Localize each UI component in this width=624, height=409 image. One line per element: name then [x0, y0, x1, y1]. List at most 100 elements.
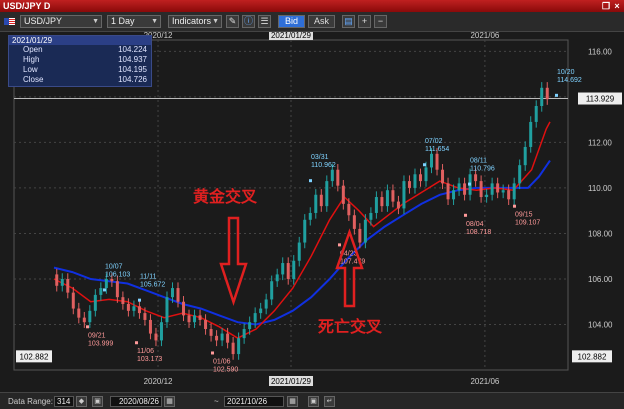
zoom-out-icon[interactable]: −	[374, 15, 387, 28]
candle-body	[286, 263, 290, 279]
period-value: 1 Day	[111, 16, 135, 26]
annotation-date: 08/04	[466, 221, 484, 228]
candle-body	[374, 197, 378, 213]
data-count-field[interactable]: 314	[54, 396, 74, 407]
candle-body	[198, 315, 202, 320]
candle-body	[413, 174, 417, 188]
settings-icon[interactable]: ☰	[258, 15, 271, 28]
candle-body	[93, 294, 97, 311]
restore-icon[interactable]: ❐	[601, 1, 611, 11]
info-icon[interactable]: ⓘ	[242, 15, 255, 28]
candle-body	[518, 165, 522, 184]
zoom-in-icon[interactable]: +	[358, 15, 371, 28]
candle-body	[165, 297, 169, 323]
candle-body	[534, 106, 538, 122]
ask-toggle[interactable]: Ask	[308, 15, 335, 28]
annotation-date: 11/11	[140, 274, 157, 281]
annotation-date: 10/07	[105, 263, 123, 270]
y-tick-label: 108.00	[588, 229, 613, 238]
candle-body	[330, 169, 334, 182]
candle-body	[143, 313, 147, 320]
ohlc-high-label: High	[23, 55, 40, 64]
close-icon[interactable]: ×	[612, 1, 622, 11]
ohlc-low-row: Low 104.195	[9, 65, 151, 75]
calendar-icon[interactable]: ▦	[164, 396, 175, 407]
candle-body	[77, 308, 81, 318]
candle-body	[529, 121, 533, 147]
candle-body	[452, 190, 456, 200]
current-price-label: 113.929	[586, 95, 615, 104]
x-tick-label-bottom: 2020/12	[144, 377, 173, 386]
ohlc-close-row: Close 104.726	[9, 75, 151, 85]
candle-body	[220, 333, 224, 341]
candle-body	[303, 219, 307, 243]
annotation-value: 105.672	[140, 282, 165, 289]
candle-body	[242, 329, 246, 339]
candle-body	[182, 301, 186, 316]
period-select[interactable]: 1 Day ▼	[107, 15, 161, 28]
candle-body	[446, 183, 450, 200]
status-bar: Data Range: 314 ◆ ▣ 2020/08/26 ▦ ~ 2021/…	[0, 392, 624, 409]
symbol-select[interactable]: USD/JPY ▼	[20, 15, 102, 28]
chart-type-icon[interactable]: ▤	[342, 15, 355, 28]
annotation-value: 108.718	[466, 229, 491, 236]
candle-body	[463, 183, 467, 195]
left-price-label: 102.882	[20, 352, 49, 361]
bid-toggle[interactable]: Bid	[278, 15, 305, 28]
candle-body	[121, 297, 125, 304]
candle-body	[512, 183, 516, 200]
candle-body	[99, 288, 103, 295]
candle-body	[71, 292, 75, 309]
candle-body	[407, 181, 411, 188]
candle-body	[314, 194, 318, 213]
chevron-down-icon: ▼	[92, 18, 99, 25]
candle-body	[231, 342, 235, 355]
annotation-marker	[468, 182, 471, 186]
annotation-marker	[338, 243, 341, 247]
annotation-date: 09/21	[88, 332, 106, 339]
candle-body	[418, 174, 422, 182]
annotation-marker	[138, 298, 141, 302]
x-tick-label-top: 2021/01/29	[271, 32, 312, 40]
x-tick-label-top: 2021/06	[470, 32, 499, 40]
calendar-toggle-icon[interactable]: ▣	[308, 396, 319, 407]
candle-body	[347, 203, 351, 216]
range-separator: ~	[214, 397, 219, 406]
candle-body	[259, 308, 263, 314]
ohlc-high-value: 104.937	[118, 55, 147, 64]
y-tick-label: 104.00	[588, 320, 613, 329]
candle-body	[126, 304, 130, 311]
annotation-value: 102.590	[213, 366, 238, 373]
indicators-select[interactable]: Indicators ▼	[168, 15, 222, 28]
annotation-date: 10/20	[557, 69, 575, 76]
candle-body	[204, 319, 208, 330]
annotation-value: 106.103	[105, 271, 130, 278]
annotation-date: 09/15	[515, 212, 533, 219]
annotation-date: 03/31	[311, 154, 329, 161]
indicators-label: Indicators	[172, 16, 212, 26]
ohlc-date: 2021/01/29	[9, 36, 151, 45]
candle-body	[424, 167, 428, 182]
candle-body	[441, 169, 445, 184]
ohlc-open-row: Open 104.224	[9, 45, 151, 55]
dead-cross-label: 死亡交叉	[318, 317, 383, 336]
annotation-marker	[135, 341, 138, 345]
chart-toolbar: USD/JPY ▼ 1 Day ▼ Indicators ▼ ✎ ⓘ ☰ Bid…	[0, 12, 624, 32]
annotation-date: 11/06	[137, 348, 154, 355]
flag-icon	[3, 15, 16, 28]
candle-body	[253, 313, 257, 323]
calendar-icon[interactable]: ▦	[287, 396, 298, 407]
annotation-marker	[464, 213, 467, 217]
spinner-icon[interactable]: ◆	[76, 396, 87, 407]
chart-area[interactable]: 116.00114.00112.00110.00108.00106.00104.…	[0, 32, 624, 392]
annotation-marker	[309, 179, 312, 183]
calendar-toggle-icon[interactable]: ▣	[92, 396, 103, 407]
return-icon[interactable]: ↵	[324, 396, 335, 407]
pencil-icon[interactable]: ✎	[226, 15, 239, 28]
to-date-field[interactable]: 2021/10/26	[224, 396, 284, 407]
candle-body	[60, 278, 64, 286]
from-date-field[interactable]: 2020/08/26	[110, 396, 162, 407]
candle-body	[369, 212, 373, 220]
candle-body	[237, 338, 241, 355]
ohlc-low-label: Low	[23, 65, 38, 74]
